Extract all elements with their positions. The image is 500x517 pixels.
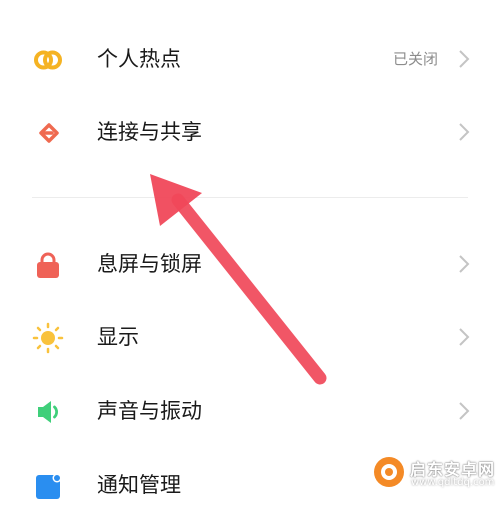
connection-share-icon [39, 123, 59, 143]
chevron-right-icon [459, 328, 470, 346]
chevron-right-icon [459, 255, 470, 273]
chevron-right-icon [459, 402, 470, 420]
settings-item-label: 息屏与锁屏 [97, 252, 202, 276]
watermark-logo-icon [374, 457, 404, 487]
settings-item-label: 个人热点 [97, 47, 181, 71]
settings-item-sound-vibration[interactable]: 声音与振动 [0, 379, 500, 443]
settings-item-label: 声音与振动 [97, 399, 202, 423]
speaker-icon [38, 401, 58, 423]
lock-icon [37, 252, 59, 278]
settings-item-label: 连接与共享 [97, 120, 202, 144]
hotspot-status: 已关闭 [392, 50, 438, 68]
settings-item-hotspot[interactable]: 个人热点 已关闭 [0, 27, 500, 91]
watermark-url: www.qdltdq.com [411, 477, 495, 488]
sun-icon [32, 322, 64, 354]
section-divider [32, 197, 468, 198]
settings-item-label: 通知管理 [97, 473, 181, 497]
notification-icon [36, 473, 62, 499]
settings-item-label: 显示 [97, 325, 139, 349]
settings-item-screen-lock[interactable]: 息屏与锁屏 [0, 232, 500, 296]
hotspot-icon [34, 50, 62, 70]
chevron-right-icon [459, 50, 470, 68]
chevron-right-icon [459, 123, 470, 141]
settings-item-display[interactable]: 显示 [0, 305, 500, 369]
watermark: 启东安卓网 www.qdltdq.com [372, 445, 500, 500]
settings-item-connection-share[interactable]: 连接与共享 [0, 100, 500, 164]
